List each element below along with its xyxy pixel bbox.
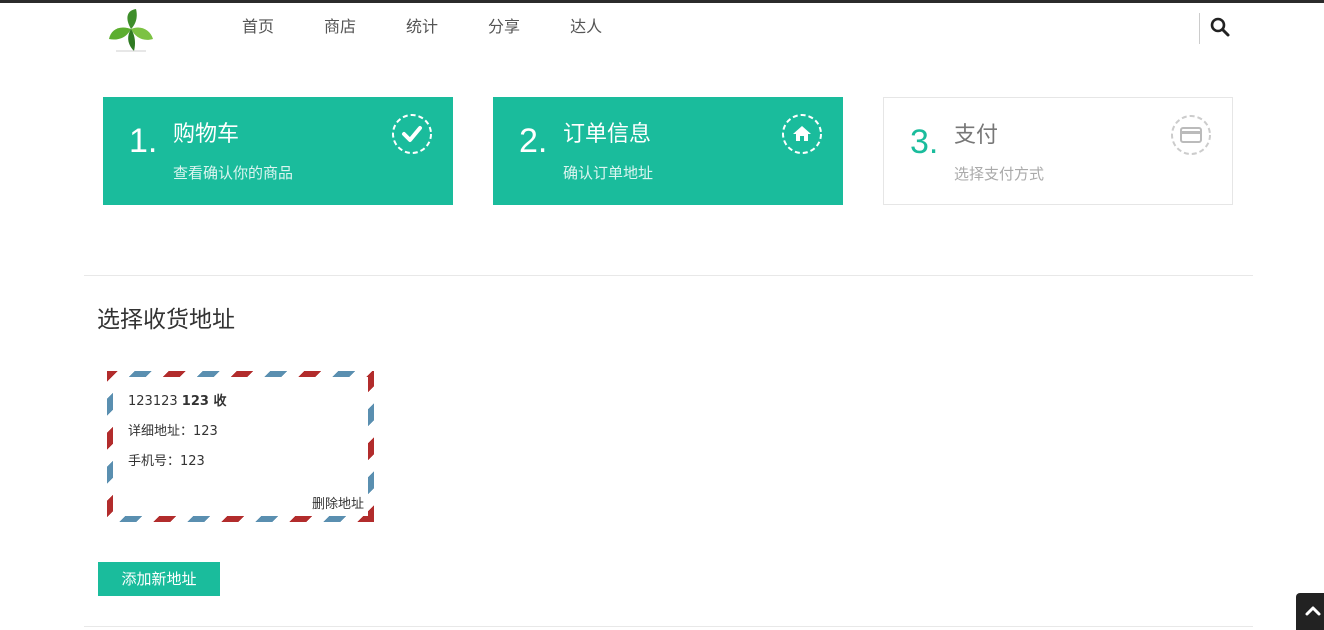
step-number: 1. xyxy=(129,122,158,160)
nav-item-home[interactable]: 首页 xyxy=(242,17,274,37)
address-recipient: 123123 123 收 xyxy=(128,393,226,411)
search-icon[interactable] xyxy=(1209,16,1231,38)
address-detail: 详细地址：123 xyxy=(128,423,218,441)
leaf-logo-icon[interactable] xyxy=(106,7,156,53)
step-title: 购物车 xyxy=(173,122,240,147)
address-recipient-name: 123 收 xyxy=(181,394,227,409)
search-divider xyxy=(1199,13,1200,44)
address-phone-value: 123 xyxy=(180,454,205,469)
section-title: 选择收货地址 xyxy=(97,307,235,333)
add-address-button[interactable]: 添加新地址 xyxy=(98,562,220,596)
step-number: 3. xyxy=(910,123,939,161)
credit-card-circle-icon xyxy=(1170,114,1212,156)
delete-address-link[interactable]: 删除地址 xyxy=(312,496,364,514)
home-circle-icon xyxy=(781,113,823,155)
address-detail-label: 详细地址： xyxy=(128,424,194,439)
step-cart: 1. 购物车 查看确认你的商品 xyxy=(103,97,453,205)
header: 首页 商店 统计 分享 达人 xyxy=(0,3,1324,55)
step-title: 支付 xyxy=(954,123,999,148)
step-desc: 选择支付方式 xyxy=(954,165,1045,183)
nav-item-store[interactable]: 商店 xyxy=(324,17,356,37)
divider xyxy=(84,626,1253,627)
address-phone-label: 手机号： xyxy=(128,454,181,469)
step-order-info: 2. 订单信息 确认订单地址 xyxy=(493,97,843,205)
divider xyxy=(84,275,1253,276)
step-title: 订单信息 xyxy=(563,122,652,147)
step-desc: 查看确认你的商品 xyxy=(173,164,294,182)
step-payment: 3. 支付 选择支付方式 xyxy=(883,97,1233,205)
nav-item-stats[interactable]: 统计 xyxy=(406,17,438,37)
step-desc: 确认订单地址 xyxy=(563,164,654,182)
main-nav: 首页 商店 统计 分享 达人 xyxy=(242,17,602,37)
check-circle-icon xyxy=(391,113,433,155)
address-recipient-prefix: 123123 xyxy=(128,394,178,409)
address-card[interactable]: 123123 123 收 详细地址：123 手机号：123 删除地址 xyxy=(107,371,374,522)
address-phone: 手机号：123 xyxy=(128,453,205,471)
address-detail-value: 123 xyxy=(193,424,218,439)
nav-item-share[interactable]: 分享 xyxy=(488,17,520,37)
step-number: 2. xyxy=(519,122,548,160)
back-to-top-button[interactable] xyxy=(1296,593,1324,630)
nav-item-experts[interactable]: 达人 xyxy=(570,17,602,37)
chevron-up-icon xyxy=(1305,606,1321,616)
address-card-body: 123123 123 收 详细地址：123 手机号：123 删除地址 xyxy=(113,377,368,516)
